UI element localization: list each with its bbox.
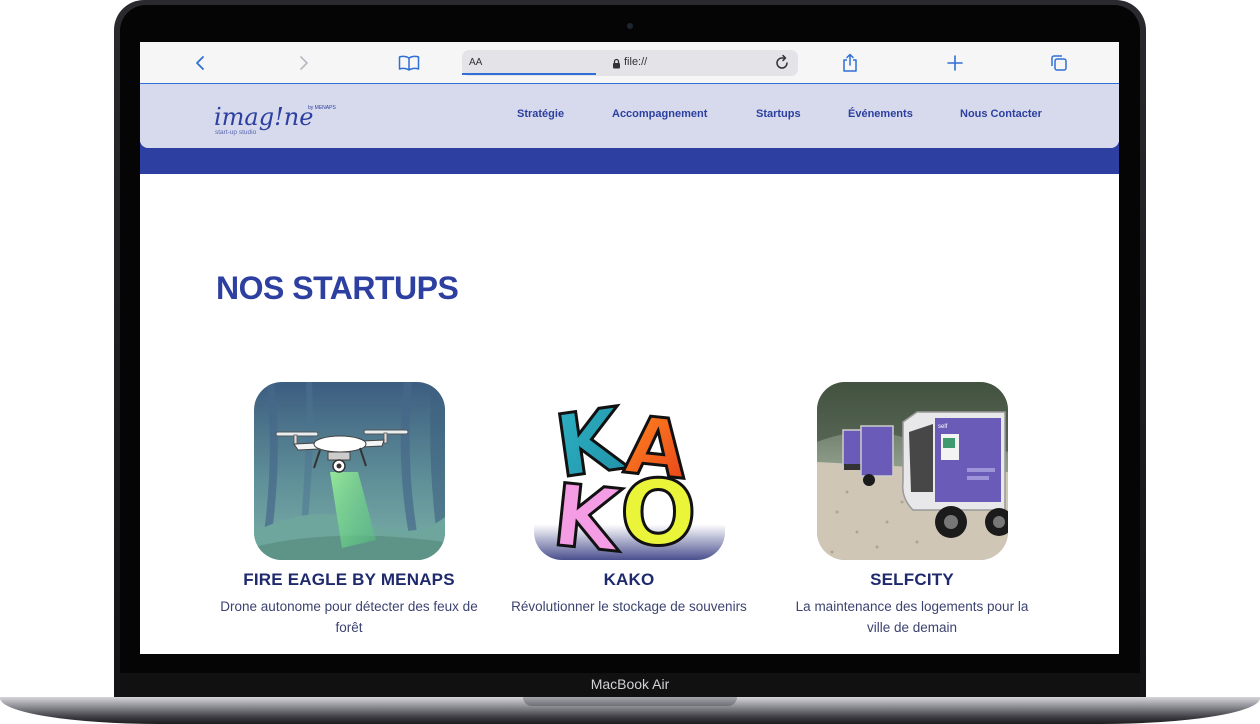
tabs-icon[interactable] xyxy=(1046,50,1072,76)
startup-description: Drone autonome pour détecter des feux de… xyxy=(220,599,478,635)
lock-icon xyxy=(612,56,621,74)
reader-options[interactable]: AA xyxy=(469,57,482,68)
address-bar[interactable]: AA file:// xyxy=(462,50,798,76)
startup-card-selfcity[interactable]: self SELFCITY La maintenance des logemen… xyxy=(777,382,1047,638)
startup-description: Révolutionner le stockage de souvenirs xyxy=(511,599,747,614)
svg-text:start-up studio: start-up studio xyxy=(215,129,257,136)
back-icon[interactable] xyxy=(187,50,213,76)
nav-accompagnement[interactable]: Accompagnement xyxy=(612,108,707,124)
share-icon[interactable] xyxy=(837,50,863,76)
new-tab-icon[interactable] xyxy=(942,50,968,76)
url-text: file:// xyxy=(624,56,648,68)
svg-text:by MENAPS: by MENAPS xyxy=(308,105,336,111)
svg-text:imag!ne: imag!ne xyxy=(214,103,313,131)
startup-name: SELFCITY xyxy=(870,570,954,589)
nav-evenements[interactable]: Événements xyxy=(848,108,913,124)
bookmarks-icon[interactable] xyxy=(396,50,422,76)
kako-letter-k2: K xyxy=(548,466,628,560)
device-model-label: MacBook Air xyxy=(590,676,670,692)
browser-toolbar: AA file:// xyxy=(140,42,1119,84)
startup-name: KAKO xyxy=(603,570,655,589)
imagine-logo[interactable]: imag!ne by MENAPS start-up studio xyxy=(212,98,342,138)
nav-nous-contacter[interactable]: Nous Contacter xyxy=(960,108,1042,124)
laptop-base-notch xyxy=(523,697,737,706)
page-load-progress xyxy=(462,73,596,75)
startup-card-kako[interactable]: K A K O KAKO Révolutionner le stockage d… xyxy=(494,382,764,617)
startup-description: La maintenance des logements pour la vil… xyxy=(795,599,1029,635)
nav-strategie[interactable]: Stratégie xyxy=(517,108,564,124)
browser-screen: AA file:// imag!ne by MENAPS start-up st… xyxy=(140,42,1119,654)
forward-icon[interactable] xyxy=(291,50,317,76)
nav-startups[interactable]: Startups xyxy=(756,108,801,124)
startup-name: FIRE EAGLE BY MENAPS xyxy=(243,570,455,589)
section-title: NOS STARTUPS xyxy=(216,270,459,306)
startup-card-fire-eagle[interactable]: FIRE EAGLE BY MENAPS Drone autonome pour… xyxy=(214,382,484,638)
fire-eagle-image xyxy=(253,382,445,560)
kako-letter-o: O xyxy=(620,461,697,560)
selfcity-image: self xyxy=(816,382,1008,560)
kako-image: K A K O xyxy=(533,382,725,560)
reload-icon[interactable] xyxy=(774,54,790,76)
svg-text:self: self xyxy=(938,424,948,430)
camera-icon xyxy=(627,23,633,29)
